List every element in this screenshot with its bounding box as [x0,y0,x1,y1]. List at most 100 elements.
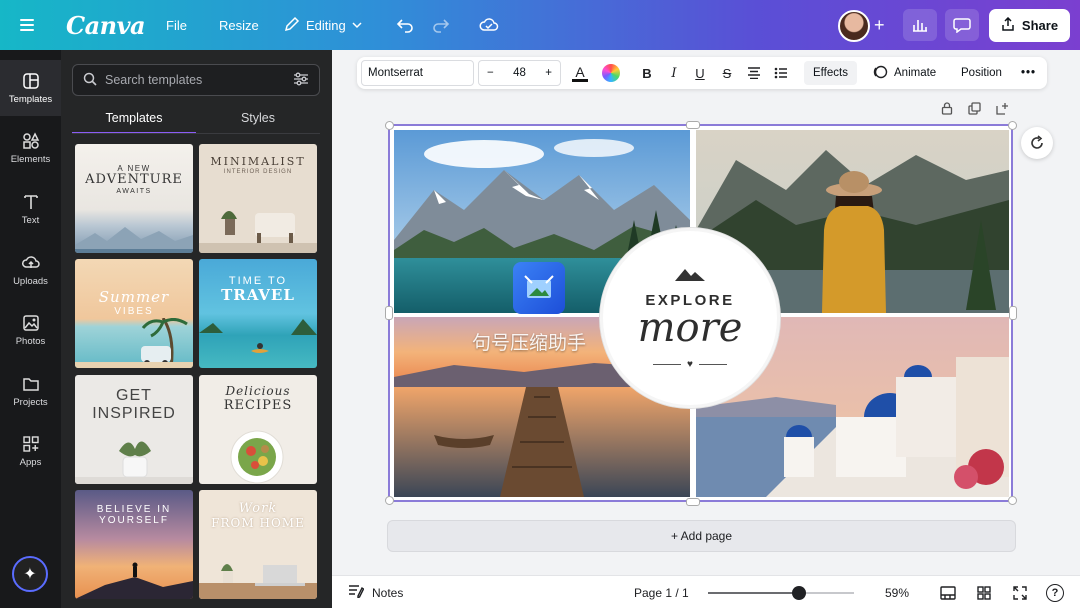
cloud-save-icon[interactable] [479,0,499,50]
resize-handle[interactable] [385,306,393,320]
align-center-icon[interactable] [746,63,762,83]
undo-icon[interactable] [396,0,414,50]
font-size-value[interactable]: 48 [513,67,526,79]
more-text: more [637,304,743,351]
font-size-stepper[interactable]: − 48 + [478,60,561,86]
top-bar: Canva File Resize Editing + Share [0,0,1080,50]
lock-icon[interactable] [941,102,953,118]
resize-handle[interactable] [1009,306,1017,320]
add-page-button[interactable]: + Add page [387,520,1016,552]
underline-icon[interactable]: U [693,63,707,83]
font-family-select[interactable]: Montserrat [361,60,474,86]
rail-item-projects[interactable]: Projects [0,363,61,419]
canva-logo[interactable]: Canva [66,0,146,50]
uploads-icon [21,254,40,272]
strikethrough-icon[interactable]: S [720,63,734,83]
animate-button[interactable]: Animate [872,61,936,85]
zoom-slider[interactable] [708,586,854,600]
search-input[interactable]: Search templates [72,64,320,96]
page-indicator[interactable]: Page 1 / 1 [634,576,689,608]
menu-icon[interactable] [20,0,40,50]
magic-sparkle-button[interactable]: ✦ [12,556,48,592]
text-toolbar: Montserrat − 48 + A B I U S Effects Anim… [357,57,1047,89]
text-color-icon[interactable]: A [571,63,589,83]
help-icon[interactable]: ? [1046,576,1064,608]
zoom-value[interactable]: 59% [885,576,909,608]
pencil-icon [284,16,300,35]
rail-label: Projects [13,396,48,408]
file-menu[interactable]: File [166,0,187,50]
tab-divider [72,133,320,134]
duplicate-icon[interactable] [968,102,981,118]
thumb-line: INTERIOR DESIGN [223,168,293,175]
thumb-line: RECIPES [223,397,293,413]
rail-item-photos[interactable]: Photos [0,302,61,358]
resize-handle[interactable] [686,121,700,129]
tab-styles[interactable]: Styles [196,106,320,134]
bottom-bar: Notes Page 1 / 1 59% ? [332,575,1080,608]
rail-label: Elements [10,153,51,165]
add-collaborator-icon[interactable]: + [874,0,885,50]
tab-templates[interactable]: Templates [72,106,196,134]
zoom-slider-knob[interactable] [791,586,806,600]
template-thumb[interactable]: A NEW ADVENTURE AWAITS [75,144,193,253]
position-button[interactable]: Position [961,61,1002,85]
thumb-line: Delicious [225,384,291,398]
rail-item-elements[interactable]: Elements [0,120,61,176]
template-thumb[interactable]: MINIMALIST INTERIOR DESIGN [199,144,317,253]
rail-item-text[interactable]: Text [0,181,61,237]
heart-icon: ♥ [687,358,693,370]
template-thumb[interactable]: GET INSPIRED [75,375,193,484]
grid-view-icon[interactable] [977,576,991,608]
page-view-icon[interactable] [940,576,956,608]
editing-mode-menu[interactable]: Editing [284,0,362,50]
chevron-down-icon [352,18,362,33]
notes-label: Notes [372,585,404,600]
rail-item-templates[interactable]: Templates [0,60,61,116]
fullscreen-icon[interactable] [1013,576,1027,608]
rotate-icon[interactable] [1021,127,1053,159]
rail-label: Templates [8,93,53,105]
sparkle-icon: ✦ [23,566,37,583]
decrease-size-button[interactable]: − [487,67,494,79]
filter-icon[interactable] [293,72,309,89]
thumb-line: BELIEVE IN [96,504,172,515]
comment-icon[interactable] [945,9,979,41]
template-thumb[interactable]: Delicious RECIPES [199,375,317,484]
list-icon[interactable] [773,63,789,83]
text-icon [22,193,40,211]
italic-icon[interactable]: I [667,63,681,83]
rail-item-uploads[interactable]: Uploads [0,242,61,298]
template-thumb[interactable]: BELIEVE IN YOURSELF [75,490,193,599]
projects-icon [22,375,40,393]
share-button[interactable]: Share [989,9,1070,42]
redo-icon[interactable] [432,0,450,50]
bold-icon[interactable]: B [640,63,654,83]
analytics-icon[interactable] [903,9,937,41]
templates-panel: Search templates Templates Styles A NEW … [61,50,332,608]
thumb-line: GET [116,387,152,404]
resize-handle[interactable] [385,496,394,505]
upload-icon [1001,16,1015,34]
template-thumb[interactable]: Summer VIBES [75,259,193,368]
resize-menu[interactable]: Resize [219,0,259,50]
rail-item-apps[interactable]: Apps [0,423,61,479]
resize-handle[interactable] [686,498,700,506]
color-wheel-icon[interactable] [601,63,621,83]
mountain-icon [675,267,705,286]
template-thumb[interactable]: Work FROM HOME [199,490,317,599]
explore-more-badge[interactable]: EXPLORE more ♥ [600,228,780,408]
add-page-icon[interactable] [996,102,1009,118]
template-thumb[interactable]: TIME TO TRAVEL [199,259,317,368]
notes-icon [348,584,365,601]
resize-handle[interactable] [385,121,394,130]
resize-handle[interactable] [1008,121,1017,130]
rail-label: Uploads [13,275,48,287]
effects-button[interactable]: Effects [804,61,857,85]
increase-size-button[interactable]: + [545,67,552,79]
more-options-icon[interactable]: ••• [1021,61,1036,85]
notes-button[interactable]: Notes [348,576,403,608]
resize-handle[interactable] [1008,496,1017,505]
animate-label: Animate [894,67,937,79]
avatar[interactable] [838,10,870,42]
